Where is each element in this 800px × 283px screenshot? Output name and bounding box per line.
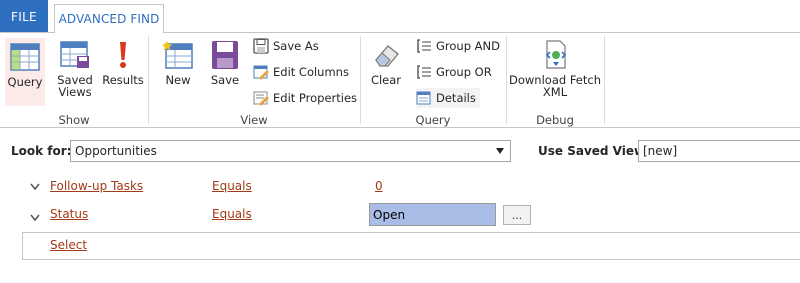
new-label: New xyxy=(165,73,191,87)
saved-view-label: Use Saved View: xyxy=(538,144,650,158)
new-view-icon xyxy=(162,41,193,69)
query-label: Query xyxy=(7,75,43,89)
show-group-label: Show xyxy=(58,113,90,127)
save-label: Save xyxy=(210,73,240,87)
edit-properties-label: Edit Properties xyxy=(273,91,358,105)
details-label: Details xyxy=(436,91,476,105)
download-label-2: XML xyxy=(542,85,568,99)
saved-views-label-2: Views xyxy=(58,85,92,99)
group-divider xyxy=(148,36,149,124)
view-group-label: View xyxy=(240,113,268,127)
group-and-label: Group AND xyxy=(436,39,500,53)
chevron-down-icon[interactable] xyxy=(30,180,40,194)
save-button[interactable]: Save xyxy=(205,40,245,86)
saved-view-select[interactable]: [new] xyxy=(638,140,800,162)
saved-views-icon xyxy=(60,41,89,68)
group-divider xyxy=(360,36,361,124)
select-row-top-border xyxy=(22,232,800,233)
query-button[interactable]: Query xyxy=(5,38,45,106)
save-as-label: Save As xyxy=(273,39,319,53)
dropdown-arrow-icon xyxy=(496,148,504,154)
condition-field-link[interactable]: Follow-up Tasks xyxy=(50,179,143,193)
select-row-bottom-border xyxy=(22,259,800,260)
query-grid-icon xyxy=(10,43,40,71)
details-icon xyxy=(416,91,431,105)
details-button[interactable]: Details xyxy=(416,88,480,108)
edit-columns-icon xyxy=(253,65,269,80)
edit-properties-button[interactable]: Edit Properties xyxy=(253,88,357,108)
condition-value-text: Open xyxy=(373,207,406,222)
look-for-label: Look for: xyxy=(11,144,72,158)
xml-download-icon xyxy=(545,40,567,69)
save-as-button[interactable]: Save As xyxy=(253,36,319,56)
floppy-disk-icon xyxy=(212,41,238,69)
clear-button[interactable]: Clear xyxy=(366,40,406,86)
saved-views-button[interactable]: Saved Views xyxy=(52,40,98,98)
group-and-icon xyxy=(417,39,431,53)
download-fetch-xml-button[interactable]: Download Fetch XML xyxy=(508,40,602,98)
look-for-value: Opportunities xyxy=(75,144,157,158)
group-divider xyxy=(506,36,507,124)
condition-value-link[interactable]: 0 xyxy=(375,179,383,193)
debug-group-label: Debug xyxy=(536,113,574,127)
group-or-label: Group OR xyxy=(436,65,492,79)
group-or-icon xyxy=(417,65,431,79)
lookup-ellipsis-button[interactable]: ... xyxy=(503,205,531,225)
select-field-link[interactable]: Select xyxy=(50,238,87,252)
select-row-left-border xyxy=(22,232,23,259)
results-label: Results xyxy=(102,73,144,87)
exclamation-icon xyxy=(120,42,126,68)
condition-value-input[interactable]: Open xyxy=(369,203,496,226)
eraser-icon xyxy=(375,45,399,67)
condition-operator-link[interactable]: Equals xyxy=(212,207,252,221)
new-button[interactable]: New xyxy=(158,40,198,86)
edit-columns-label: Edit Columns xyxy=(273,65,349,79)
group-divider xyxy=(604,36,605,124)
look-for-select[interactable]: Opportunities xyxy=(70,140,511,162)
clear-label: Clear xyxy=(370,73,402,87)
chevron-down-icon[interactable] xyxy=(30,211,40,225)
group-and-button[interactable]: Group AND xyxy=(416,36,500,56)
edit-columns-button[interactable]: Edit Columns xyxy=(253,62,349,82)
group-or-button[interactable]: Group OR xyxy=(416,62,492,82)
condition-operator-link[interactable]: Equals xyxy=(212,179,252,193)
saved-view-value: [new] xyxy=(643,144,678,158)
save-as-icon xyxy=(253,38,269,54)
results-button[interactable]: Results xyxy=(101,40,145,86)
edit-properties-icon xyxy=(253,91,269,106)
tab-file[interactable]: FILE xyxy=(0,0,48,33)
tab-advanced-find[interactable]: ADVANCED FIND xyxy=(54,4,164,33)
query-group-label: Query xyxy=(415,113,451,127)
condition-field-link[interactable]: Status xyxy=(50,207,88,221)
